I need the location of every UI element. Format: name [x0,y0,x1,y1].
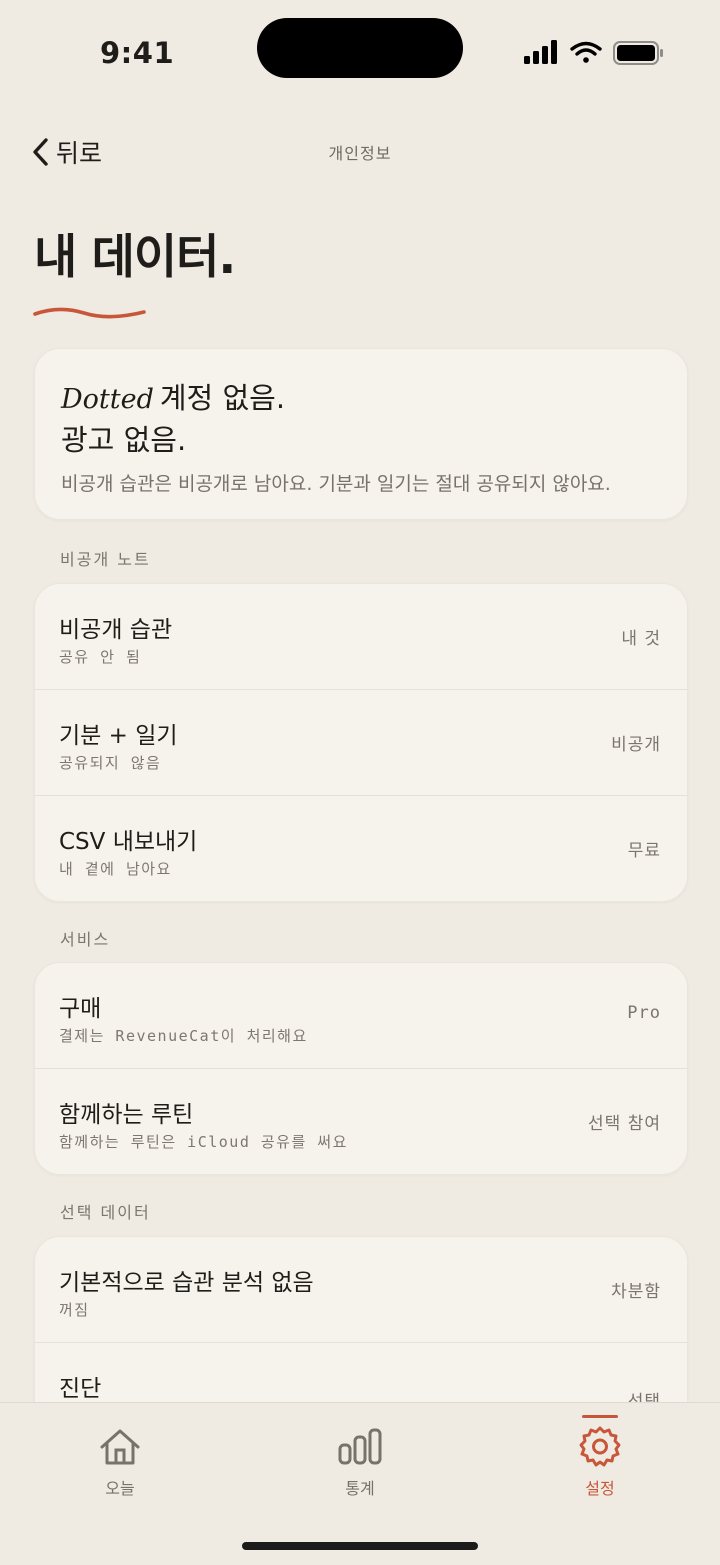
gear-icon [579,1426,621,1467]
tab-today[interactable]: 오늘 [0,1403,240,1513]
row-no-habit-analytics[interactable]: 기본적으로 습관 분석 없음 꺼짐 차분함 [35,1237,687,1342]
tab-label: 통계 [345,1479,375,1498]
title-underline-squiggle [33,307,146,319]
row-mood-journal[interactable]: 기분 + 일기 공유되지 않음 비공개 [35,689,687,795]
row-value: 비공개 [611,735,661,755]
wifi-icon [570,41,602,63]
tab-label: 설정 [585,1479,615,1498]
row-subtitle: 결제는 RevenueCat이 처리해요 [59,1027,308,1045]
tab-label: 오늘 [105,1479,135,1498]
battery-icon [613,41,663,65]
home-icon [100,1429,140,1465]
row-value: 선택 참여 [588,1114,661,1134]
hero-headline-2: 광고 없음. [61,423,187,457]
status-time: 9:41 [100,36,175,70]
tab-bar: 오늘 통계 설정 [0,1402,720,1565]
dynamic-island [257,18,463,78]
bar-chart-icon [338,1428,382,1465]
row-title: 비공개 습관 [59,617,173,643]
row-purchases[interactable]: 구매 결제는 RevenueCat이 처리해요 Pro [35,963,687,1068]
active-tab-indicator [582,1415,618,1418]
section-label-services: 서비스 [60,930,111,949]
row-value: 내 것 [621,629,661,649]
row-title: 구매 [59,996,102,1022]
row-value: 차분함 [611,1282,661,1302]
row-subtitle: 함께하는 루틴은 iCloud 공유를 써요 [59,1133,348,1151]
section-label-private-notes: 비공개 노트 [60,550,151,569]
services-card: 구매 결제는 RevenueCat이 처리해요 Pro 함께하는 루틴 함께하는… [34,962,688,1175]
tab-settings[interactable]: 설정 [480,1403,720,1513]
row-subtitle: 꺼짐 [59,1301,90,1319]
row-shared-routines[interactable]: 함께하는 루틴 함께하는 루틴은 iCloud 공유를 써요 선택 참여 [35,1068,687,1174]
row-title: CSV 내보내기 [59,829,198,855]
row-private-habits[interactable]: 비공개 습관 공유 안 됨 내 것 [35,584,687,689]
nav-title: 개인정보 [328,144,392,163]
row-value: 무료 [627,841,661,861]
brand-name: Dotted [61,384,154,415]
cellular-signal-icon [524,40,557,64]
row-title: 진단 [59,1376,102,1402]
page-title: 내 데이터. [34,230,236,285]
privacy-summary-card: Dotted 계정 없음. 광고 없음. 비공개 습관은 비공개로 남아요. 기분… [34,348,688,520]
row-value: Pro [627,1003,661,1023]
status-bar: 9:41 [0,0,720,100]
tab-stats[interactable]: 통계 [240,1403,480,1513]
section-label-optional-data: 선택 데이터 [60,1203,151,1222]
hero-line1-text: 계정 없음. [159,381,286,415]
row-csv-export[interactable]: CSV 내보내기 내 곁에 남아요 무료 [35,795,687,901]
home-indicator[interactable] [242,1542,478,1550]
row-subtitle: 공유 안 됨 [59,648,142,666]
row-title: 기분 + 일기 [59,723,178,749]
row-title: 기본적으로 습관 분석 없음 [59,1270,314,1296]
private-notes-card: 비공개 습관 공유 안 됨 내 것 기분 + 일기 공유되지 않음 비공개 CS… [34,583,688,902]
row-title: 함께하는 루틴 [59,1102,194,1128]
row-subtitle: 내 곁에 남아요 [59,860,172,878]
status-icons [524,40,663,65]
hero-description: 비공개 습관은 비공개로 남아요. 기분과 일기는 절대 공유되지 않아요. [61,473,611,495]
row-subtitle: 공유되지 않음 [59,754,162,772]
hero-headline-1: Dotted 계정 없음. [61,375,285,417]
navigation-bar: 뒤로 개인정보 [0,126,720,176]
